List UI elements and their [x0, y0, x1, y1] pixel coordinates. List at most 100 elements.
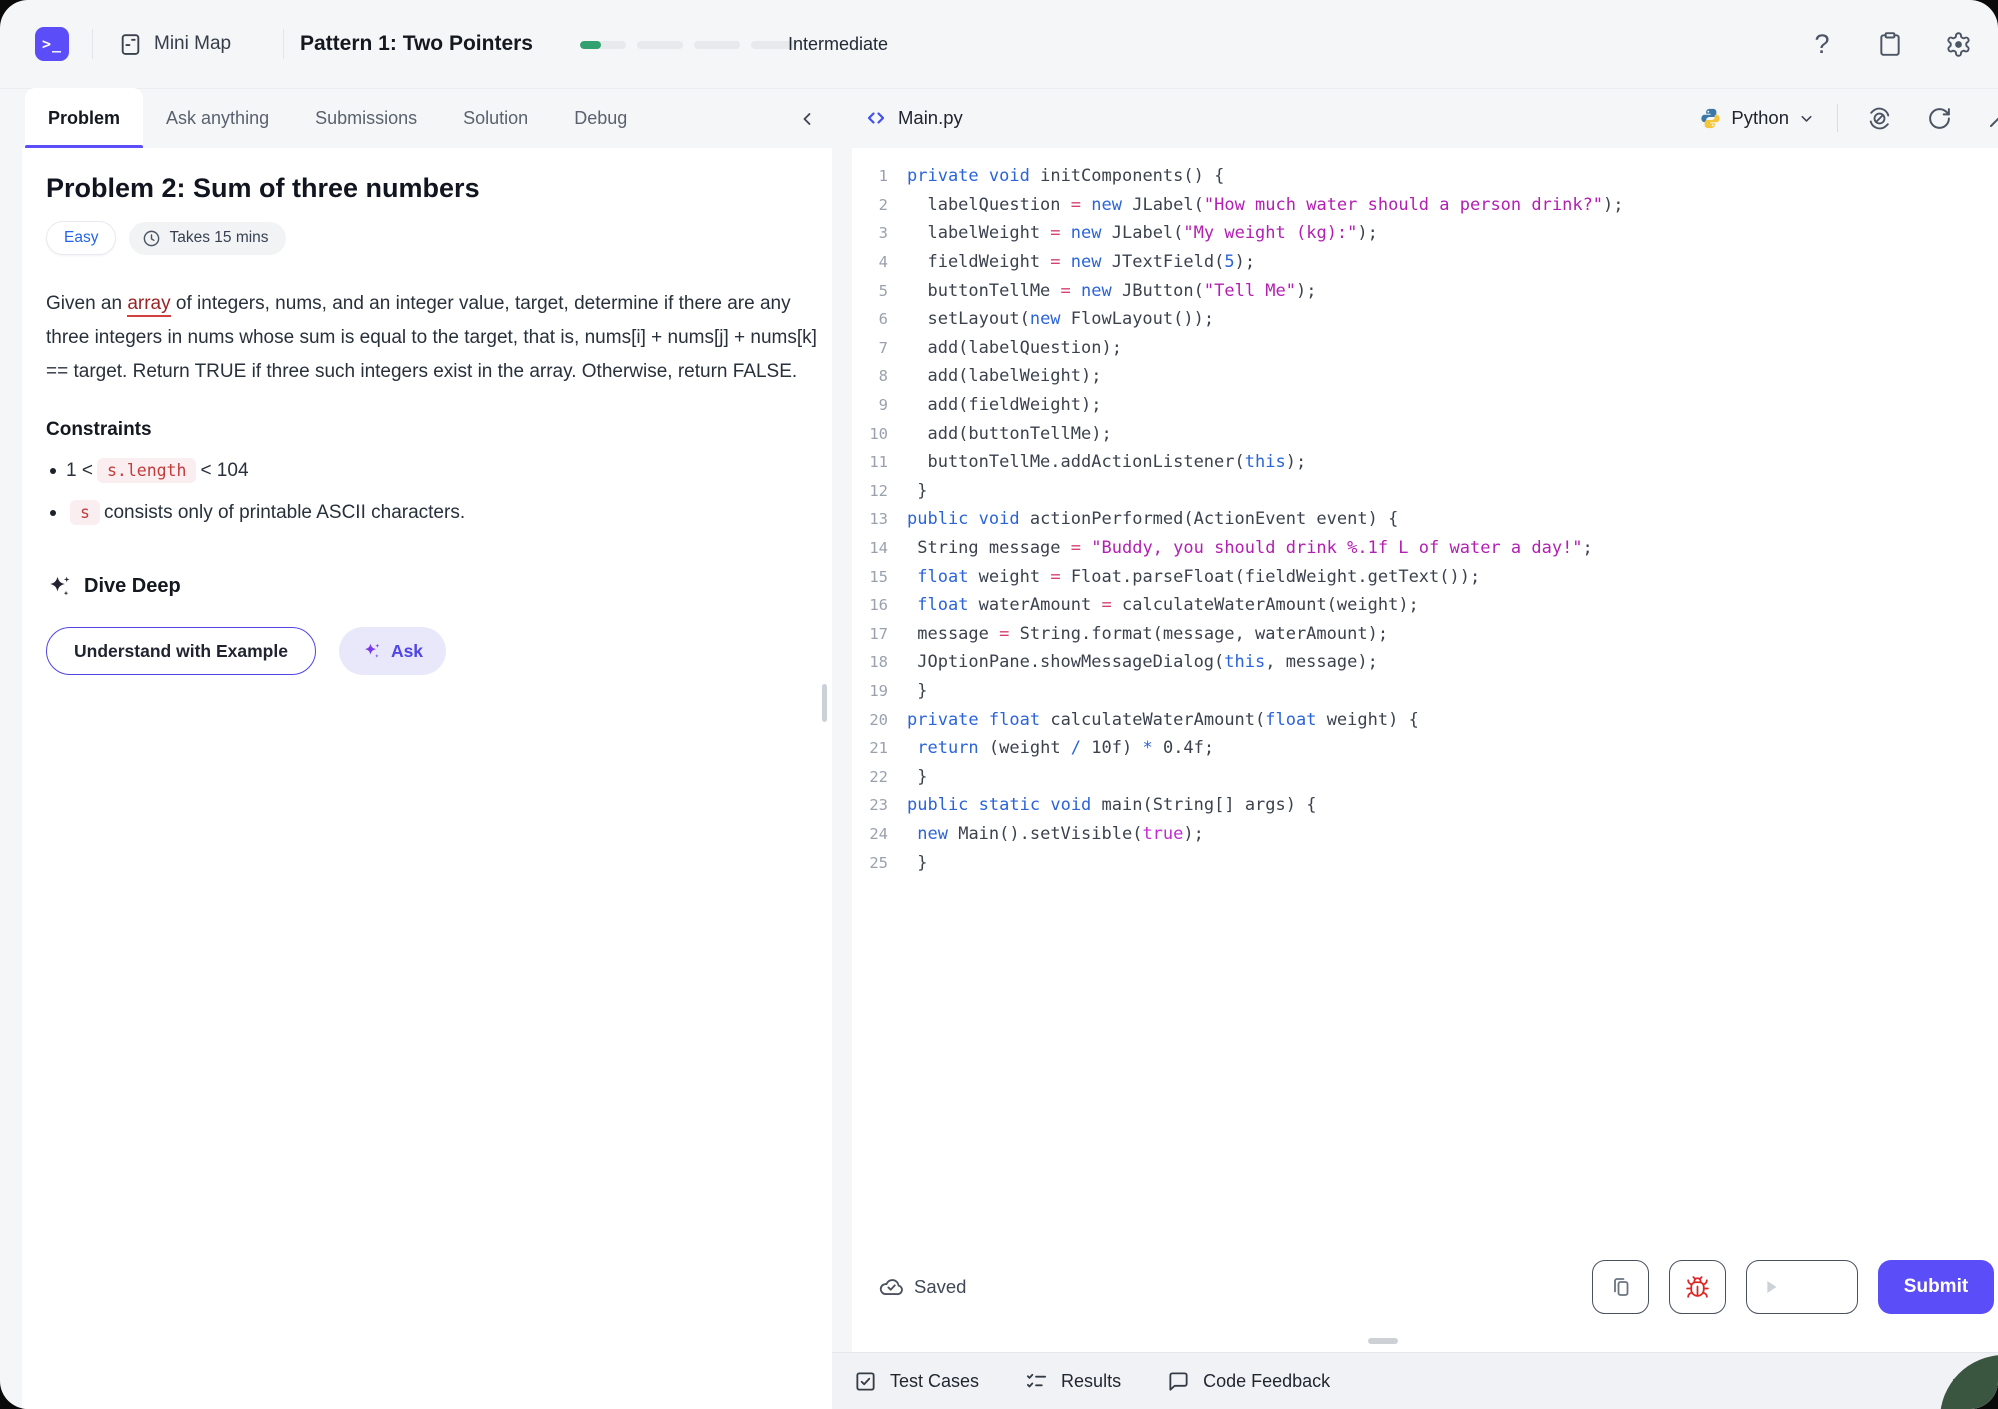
clipboard-icon[interactable] [1876, 30, 1904, 58]
ask-button[interactable]: Ask [339, 627, 446, 675]
code-line[interactable]: 19 } [852, 677, 1998, 706]
bullet-dot [50, 510, 56, 516]
editor-footer: Saved [852, 1260, 1998, 1314]
code-line[interactable]: 8 add(labelWeight); [852, 362, 1998, 391]
line-number: 14 [852, 539, 888, 557]
code-line[interactable]: 9 add(fieldWeight); [852, 391, 1998, 420]
progress-segment [637, 41, 683, 49]
code-line[interactable]: 2 labelQuestion = new JLabel("How much w… [852, 191, 1998, 220]
code-text: add(buttonTellMe); [907, 424, 1112, 444]
line-number: 20 [852, 711, 888, 729]
code-text: new Main().setVisible(true); [907, 824, 1204, 844]
constraint-text: 1 < [66, 460, 93, 482]
code-line[interactable]: 6 setLayout(new FlowLayout()); [852, 305, 1998, 334]
code-text: buttonTellMe = new JButton("Tell Me"); [907, 281, 1316, 301]
help-icon[interactable]: ? [1808, 30, 1836, 58]
code-line[interactable]: 12 } [852, 477, 1998, 506]
language-selector[interactable]: Python [1699, 107, 1815, 130]
tab-ask-anything[interactable]: Ask anything [143, 88, 292, 148]
collapse-panel-chevron-left-icon[interactable] [794, 106, 820, 132]
play-icon [1760, 1276, 1782, 1298]
header-divider [1837, 104, 1838, 132]
problem-title: Problem 2: Sum of three numbers [46, 173, 832, 204]
code-line[interactable]: 14 String message = "Buddy, you should d… [852, 534, 1998, 563]
problem-content: Problem 2: Sum of three numbers Easy Tak… [22, 148, 832, 1409]
code-line[interactable]: 21 return (weight / 10f) * 0.4f; [852, 734, 1998, 763]
code-line[interactable]: 22 } [852, 762, 1998, 791]
code-line[interactable]: 5 buttonTellMe = new JButton("Tell Me"); [852, 276, 1998, 305]
code-line[interactable]: 20 private float calculateWaterAmount(flo… [852, 705, 1998, 734]
editor-header-actions: Python [1699, 103, 1998, 133]
line-number: 23 [852, 796, 888, 814]
settings-gear-icon[interactable] [1944, 30, 1972, 58]
editor-header: Main.py Python [852, 88, 1998, 149]
submit-button[interactable]: Submit [1878, 1260, 1994, 1314]
tab-solution[interactable]: Solution [440, 88, 551, 148]
copy-icon [1609, 1275, 1633, 1299]
panel-resize-handle[interactable] [1368, 1338, 1398, 1344]
code-line[interactable]: 7 add(labelQuestion); [852, 334, 1998, 363]
results-button[interactable]: Results [1025, 1370, 1121, 1393]
problem-tabs: ProblemAsk anythingSubmissionsSolutionDe… [22, 88, 832, 149]
understand-with-example-button[interactable]: Understand with Example [46, 627, 316, 675]
code-line[interactable]: 3 labelWeight = new JLabel("My weight (k… [852, 219, 1998, 248]
code-line[interactable]: 11 buttonTellMe.addActionListener(this); [852, 448, 1998, 477]
save-status: Saved [878, 1274, 966, 1300]
panel-scrollbar-thumb[interactable] [822, 684, 827, 722]
pattern-title: Pattern 1: Two Pointers [300, 0, 533, 88]
sparkles-icon [46, 573, 73, 600]
code-text: JOptionPane.showMessageDialog(this, mess… [907, 652, 1378, 672]
reset-code-icon[interactable] [1864, 103, 1894, 133]
code-text: return (weight / 10f) * 0.4f; [907, 738, 1214, 758]
code-feedback-label: Code Feedback [1203, 1371, 1330, 1392]
line-number: 10 [852, 425, 888, 443]
code-text: public static void main(String[] args) { [907, 795, 1316, 815]
line-number: 21 [852, 739, 888, 757]
line-number: 1 [852, 167, 888, 185]
bottom-bar: Test Cases Results Code Feedback [832, 1352, 1998, 1409]
code-line[interactable]: 13public void actionPerformed(ActionEven… [852, 505, 1998, 534]
code-line[interactable]: 18 JOptionPane.showMessageDialog(this, m… [852, 648, 1998, 677]
expand-editor-icon[interactable] [1984, 103, 1998, 133]
code-line[interactable]: 23 public static void main(String[] args)… [852, 791, 1998, 820]
code-line[interactable]: 10 add(buttonTellMe); [852, 419, 1998, 448]
constraints-heading: Constraints [46, 419, 832, 441]
code-line[interactable]: 17 message = String.format(message, wate… [852, 620, 1998, 649]
progress-segment [580, 41, 626, 49]
document-map-icon [118, 32, 143, 57]
code-text: setLayout(new FlowLayout()); [907, 309, 1214, 329]
list-checks-icon [1025, 1370, 1048, 1393]
tab-debug[interactable]: Debug [551, 88, 650, 148]
refresh-icon[interactable] [1924, 103, 1954, 133]
difficulty-badge: Easy [46, 221, 116, 255]
code-line[interactable]: 24 new Main().setVisible(true); [852, 820, 1998, 849]
line-number: 2 [852, 196, 888, 214]
line-number: 17 [852, 625, 888, 643]
tab-submissions[interactable]: Submissions [292, 88, 440, 148]
editor-filename: Main.py [898, 107, 963, 129]
duration-badge: Takes 15 mins [129, 222, 285, 255]
code-line[interactable]: 25 } [852, 848, 1998, 877]
run-button[interactable] [1746, 1260, 1858, 1314]
problem-description: Given an array of integers, nums, and an… [46, 287, 820, 389]
glossary-term-array[interactable]: array [127, 293, 170, 317]
code-line[interactable]: 4 fieldWeight = new JTextField(5); [852, 248, 1998, 277]
minimap-button[interactable]: Mini Map [118, 24, 231, 64]
line-number: 4 [852, 253, 888, 271]
debug-button[interactable] [1669, 1260, 1726, 1314]
progress-fill [580, 41, 601, 49]
code-text: private float calculateWaterAmount(float… [907, 710, 1419, 730]
test-cases-button[interactable]: Test Cases [854, 1370, 979, 1393]
code-line[interactable]: 1private void initComponents() { [852, 162, 1998, 191]
copy-code-button[interactable] [1592, 1260, 1649, 1314]
progress-bar [580, 41, 797, 49]
code-feedback-button[interactable]: Code Feedback [1167, 1370, 1330, 1393]
code-area[interactable]: 1private void initComponents() {2 labelQ… [852, 148, 1998, 1352]
code-line[interactable]: 15 float weight = Float.parseFloat(field… [852, 562, 1998, 591]
app-logo-terminal-icon[interactable]: >_ [35, 27, 69, 61]
constraint-item: 1 < s.length < 104 [46, 458, 832, 483]
code-text: fieldWeight = new JTextField(5); [907, 252, 1255, 272]
code-line[interactable]: 16 float waterAmount = calculateWaterAmo… [852, 591, 1998, 620]
description-text: Given an [46, 293, 127, 314]
tab-problem[interactable]: Problem [25, 88, 143, 148]
